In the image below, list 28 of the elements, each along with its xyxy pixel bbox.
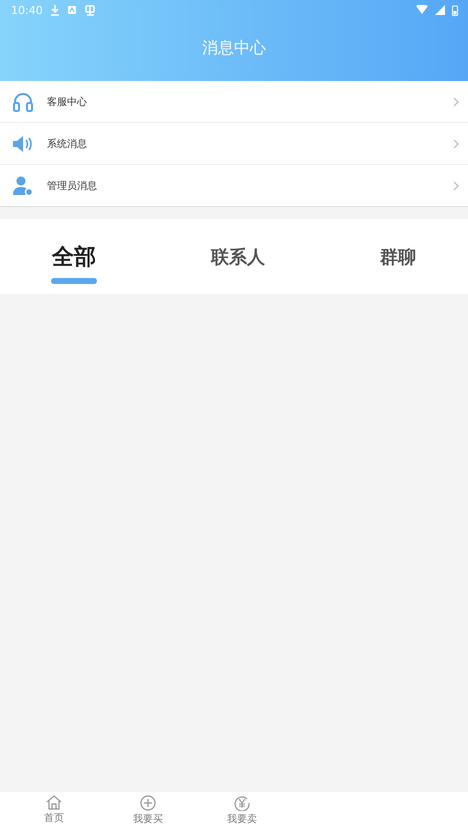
tab[interactable]: 联系人 [211,219,265,294]
tab[interactable]: 群聊 [380,219,416,294]
user-icon [12,176,34,196]
yuan-circle-icon [234,795,250,811]
menu-label: 客服中心 [47,96,88,108]
nav-item[interactable]: 首页 [30,792,78,831]
nav-item[interactable]: 我要买 [124,792,172,831]
wifi-icon [416,5,428,15]
plus-circle-icon [140,795,156,811]
chevron-icon [453,138,459,148]
menu-item[interactable]: 系统消息 [0,123,468,165]
battery-icon [452,4,458,16]
chevron-icon [453,96,459,106]
menu-item[interactable]: 客服中心 [0,81,468,123]
download-icon [50,4,60,16]
headset-icon [12,92,34,112]
home-icon [46,795,62,810]
notification-icon [66,5,77,15]
speaker-icon [12,134,34,154]
menu-item[interactable]: 管理员消息 [0,165,468,206]
chevron-icon [453,180,459,190]
menu-label: 系统消息 [47,138,88,150]
nav-item[interactable]: 我要卖 [218,792,266,831]
menu-label: 管理员消息 [47,180,98,192]
tab[interactable]: 全部 [52,219,96,294]
signal-icon [435,5,445,15]
page-title: 消息中心 [202,38,266,59]
status-time: 10:40 [11,4,43,16]
